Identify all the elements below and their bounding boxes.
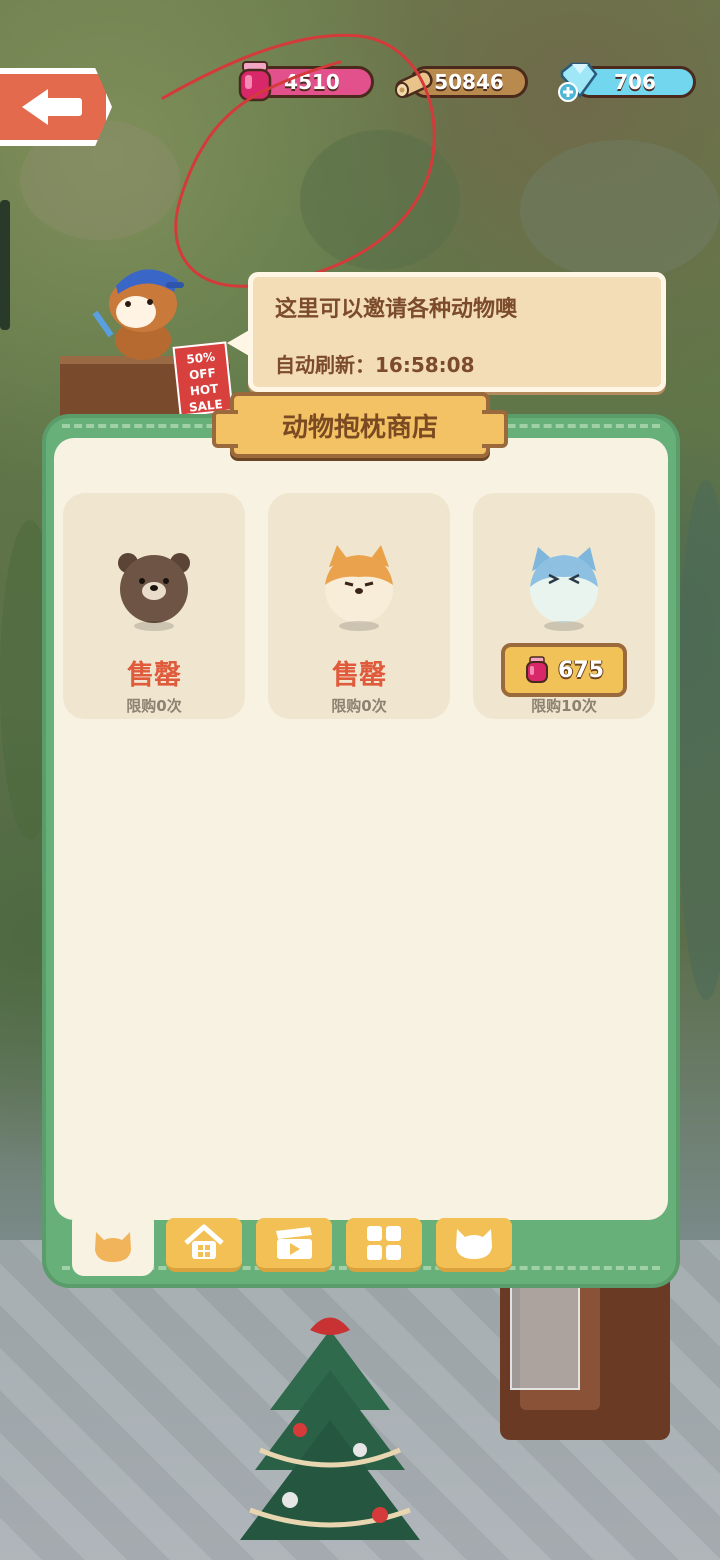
speech-bubble: 这里可以邀请各种动物噢 自动刷新：16:58:08 [227,272,666,392]
back-button[interactable] [0,68,112,146]
blue-cat-pillow-icon [530,547,598,623]
sold-out-label: 售罄 [127,660,181,691]
sold-out-label: 售罄 [332,660,386,691]
shop-item-blue-cat[interactable]: 675 限购10次 [473,493,655,719]
wood-count: 50846 [434,70,504,94]
purchase-limit: 限购0次 [331,697,387,715]
speech-message: 这里可以邀请各种动物噢 [275,297,518,322]
gem-count: 706 [614,70,656,94]
pet-shadow [134,621,174,631]
purchase-limit: 限购10次 [531,697,597,715]
hot-sale-sign: 50% OFF HOT SALE [172,341,234,417]
back-arrow-icon [22,87,84,127]
pet-shadow [544,621,584,631]
shop-item-bear[interactable]: 售罄 限购0次 [63,493,245,719]
scene-decor [676,480,720,1000]
scene-glass-case [510,1270,580,1390]
tab-pillow-shop[interactable] [72,1212,154,1276]
tab-house[interactable] [166,1218,242,1272]
shiba-pillow-icon [325,545,393,623]
wood-log-icon [395,70,433,98]
tab-video[interactable] [256,1218,332,1272]
jam-jar-icon [526,656,549,683]
scene-decor [520,140,720,280]
cat-face-icon [95,1232,131,1262]
clapperboard-icon [276,1227,312,1259]
jam-count: 4510 [284,70,340,94]
tab-grid[interactable] [346,1218,422,1272]
jam-jar-icon [238,61,272,102]
house-icon [184,1224,224,1259]
refresh-label: 自动刷新： [275,353,375,377]
scene-decor [300,130,460,270]
refresh-timer: 自动刷新：16:58:08 [275,349,475,378]
purchase-limit: 限购0次 [126,697,182,715]
price-value: 675 [558,657,604,683]
side-edge-handle [0,200,10,330]
buy-button[interactable]: 675 [501,643,627,697]
shop-title: 动物抱枕商店 [212,392,508,458]
refresh-time: 16:58:08 [375,353,475,377]
diamond-plus-icon[interactable] [554,58,600,104]
bear-pillow-icon [118,553,190,623]
tab-cat[interactable] [436,1218,512,1272]
shop-item-shiba[interactable]: 售罄 限购0次 [268,493,450,719]
pet-shadow [339,621,379,631]
cat-face-icon [456,1229,492,1259]
grid-icon [367,1226,401,1260]
christmas-tree [240,1317,420,1540]
